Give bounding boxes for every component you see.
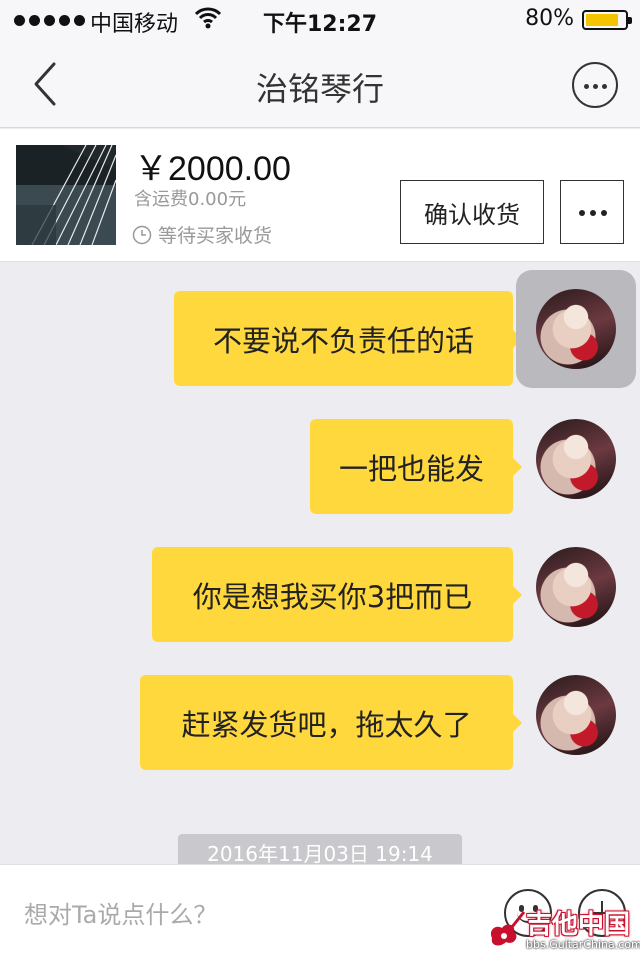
- ellipsis-icon[interactable]: [560, 180, 624, 244]
- order-product-card[interactable]: ￥2000.00 含运费0.00元 等待买家收货: [0, 129, 640, 262]
- status-bar: 中国移动 下午12:27 80%: [0, 0, 640, 40]
- message-text: 你是想我买你3把而已: [192, 579, 473, 614]
- message-text: 赶紧发货吧，拖太久了: [181, 707, 472, 742]
- avatar[interactable]: [536, 547, 616, 627]
- product-thumbnail[interactable]: [16, 145, 116, 245]
- page-title: 治铭琴行: [255, 70, 384, 108]
- avatar-highlight: [516, 270, 636, 388]
- battery-percent: 80%: [525, 6, 574, 31]
- battery-icon: [582, 10, 632, 30]
- confirm-receipt-button[interactable]: 确认收货: [400, 180, 544, 244]
- avatar[interactable]: [536, 289, 616, 369]
- product-price: ￥2000.00: [134, 150, 291, 188]
- watermark-title: 吉他中国: [526, 910, 631, 940]
- message-bubble[interactable]: 不要说不负责任的话: [174, 291, 522, 386]
- navigation-bar: 治铭琴行: [0, 40, 640, 128]
- order-status: 等待买家收货: [132, 221, 272, 248]
- avatar[interactable]: [536, 419, 616, 499]
- message-bubble[interactable]: 你是想我买你3把而已: [152, 547, 522, 642]
- clock-icon: [132, 225, 152, 244]
- avatar[interactable]: [536, 675, 616, 755]
- ellipsis-circle-icon[interactable]: [572, 62, 618, 108]
- message-bubble[interactable]: 一把也能发: [310, 419, 522, 514]
- message-text: 一把也能发: [338, 451, 484, 486]
- watermark-url: bbs.GuitarChina.com: [526, 938, 640, 951]
- watermark: 吉他中国 bbs.GuitarChina.com: [486, 902, 640, 956]
- message-text: 不要说不负责任的话: [212, 323, 474, 358]
- order-status-label: 等待买家收货: [158, 225, 273, 247]
- message-input[interactable]: [24, 895, 484, 935]
- shipping-fee: 含运费0.00元: [134, 189, 247, 210]
- message-bubble[interactable]: 赶紧发货吧，拖太久了: [140, 675, 522, 770]
- guitar-logo-icon: [490, 911, 526, 946]
